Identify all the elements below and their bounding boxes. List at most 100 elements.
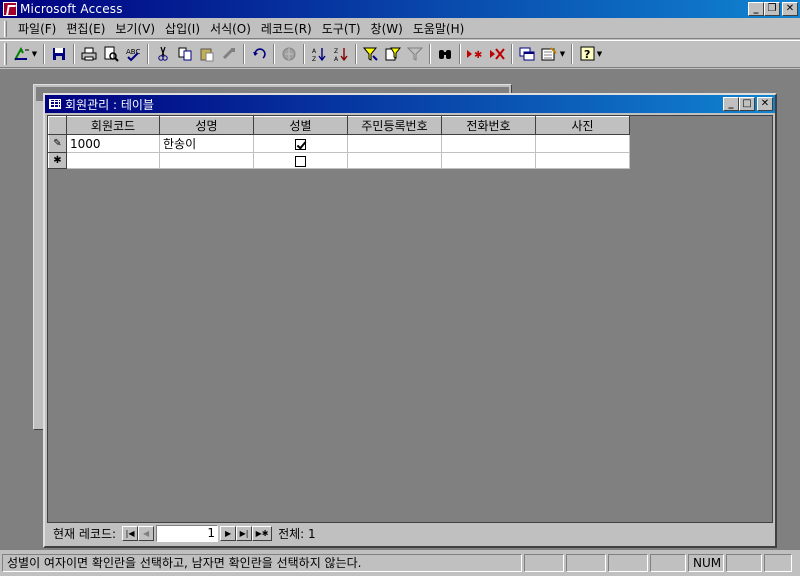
print-icon[interactable] (78, 43, 100, 65)
cell-gender[interactable] (253, 152, 348, 169)
toolbar-separator (571, 44, 573, 64)
toolbar-grip[interactable] (4, 43, 7, 65)
menu-window[interactable]: 창(W) (366, 20, 408, 37)
menu-records[interactable]: 레코드(R) (256, 20, 317, 37)
table-window-title-bar[interactable]: 회원관리 : 테이블 _ □ ✕ (45, 95, 775, 113)
new-record-selector[interactable]: ✱ (48, 152, 67, 169)
view-icon[interactable]: ▼ (10, 43, 40, 65)
table-window-title: 회원관리 : 테이블 (65, 97, 154, 112)
cell-member-code[interactable]: 1000 (66, 134, 160, 153)
table-window-caption-buttons: _ □ ✕ (723, 97, 773, 111)
first-record-button[interactable]: |◀ (122, 525, 139, 541)
cell-photo[interactable] (535, 152, 630, 169)
status-panel-empty (764, 554, 792, 572)
gender-checkbox-checked[interactable] (295, 138, 306, 150)
database-window-icon[interactable] (516, 43, 538, 65)
app-title: Microsoft Access (20, 2, 123, 16)
sort-descending-icon[interactable]: ZA (330, 43, 352, 65)
app-title-bar: Microsoft Access _ ❐ ✕ (0, 0, 800, 18)
save-icon[interactable] (48, 43, 70, 65)
apply-filter-icon[interactable] (404, 43, 426, 65)
delete-record-icon[interactable] (486, 43, 508, 65)
menu-insert[interactable]: 삽입(I) (160, 20, 205, 37)
filter-by-selection-icon[interactable] (360, 43, 382, 65)
cell-name[interactable] (159, 152, 254, 169)
cell-phone[interactable] (441, 134, 536, 153)
toolbar-separator (43, 44, 45, 64)
app-restore-button[interactable]: ❐ (764, 2, 780, 16)
gender-checkbox-unchecked[interactable] (295, 155, 306, 167)
column-header-member-code[interactable]: 회원코드 (66, 116, 160, 135)
cell-member-code[interactable] (66, 152, 160, 169)
horizontal-scrollbar[interactable] (323, 525, 773, 541)
copy-icon[interactable] (174, 43, 196, 65)
toolbar-separator (429, 44, 431, 64)
insert-hyperlink-icon[interactable] (278, 43, 300, 65)
table-icon[interactable] (49, 99, 61, 109)
previous-record-button[interactable]: ◀ (138, 525, 155, 541)
table-close-button[interactable]: ✕ (757, 97, 773, 111)
svg-text:Z: Z (334, 48, 338, 55)
cell-ssn[interactable] (347, 152, 442, 169)
status-bar: 성별이 여자이면 확인란을 선택하고, 남자면 확인란을 선택하지 않는다. N… (0, 552, 800, 574)
toolbar-separator (273, 44, 275, 64)
sort-ascending-icon[interactable]: AZ (308, 43, 330, 65)
spelling-icon[interactable]: ABC (122, 43, 144, 65)
cell-gender[interactable] (253, 134, 348, 153)
toolbar-separator (511, 44, 513, 64)
cell-name[interactable]: 한송이 (159, 134, 254, 153)
menu-bar-grip[interactable] (4, 20, 7, 37)
current-record-input[interactable]: 1 (156, 524, 219, 542)
menu-tools[interactable]: 도구(T) (317, 20, 366, 37)
status-panel-empty (608, 554, 648, 572)
cell-phone[interactable] (441, 152, 536, 169)
filter-by-form-icon[interactable] (382, 43, 404, 65)
toolbar-separator (73, 44, 75, 64)
print-preview-icon[interactable] (100, 43, 122, 65)
column-header-ssn[interactable]: 주민등록번호 (347, 116, 442, 135)
toolbar-separator (459, 44, 461, 64)
menu-edit[interactable]: 편집(E) (61, 20, 110, 37)
access-app-icon[interactable] (3, 2, 17, 16)
header-row: 회원코드 성명 성별 주민등록번호 전화번호 사진 (48, 116, 630, 135)
find-icon[interactable] (434, 43, 456, 65)
help-icon[interactable]: ? ▼ (576, 43, 606, 65)
last-record-button[interactable]: ▶| (236, 525, 253, 541)
app-minimize-button[interactable]: _ (748, 2, 764, 16)
column-header-photo[interactable]: 사진 (535, 116, 630, 135)
table-minimize-button[interactable]: _ (723, 97, 739, 111)
paste-icon[interactable] (196, 43, 218, 65)
status-panel-empty (726, 554, 762, 572)
table-maximize-button[interactable]: □ (739, 97, 755, 111)
toolbar-separator (303, 44, 305, 64)
cut-icon[interactable] (152, 43, 174, 65)
app-close-button[interactable]: ✕ (782, 2, 798, 16)
menu-help[interactable]: 도움말(H) (408, 20, 470, 37)
column-header-gender[interactable]: 성별 (253, 116, 348, 135)
cell-ssn[interactable] (347, 134, 442, 153)
status-message: 성별이 여자이면 확인란을 선택하고, 남자면 확인란을 선택하지 않는다. (2, 554, 522, 572)
status-panel-empty (566, 554, 606, 572)
app-caption-buttons: _ ❐ ✕ (748, 2, 798, 16)
column-header-name[interactable]: 성명 (159, 116, 254, 135)
status-panel-empty (524, 554, 564, 572)
select-all-corner[interactable] (48, 116, 67, 135)
toolbar-separator (147, 44, 149, 64)
format-painter-icon[interactable] (218, 43, 240, 65)
cell-photo[interactable] (535, 134, 630, 153)
status-panel-empty (650, 554, 686, 572)
toolbar-separator (355, 44, 357, 64)
column-header-phone[interactable]: 전화번호 (441, 116, 536, 135)
svg-text:Z: Z (312, 56, 316, 62)
menu-view[interactable]: 보기(V) (110, 20, 160, 37)
new-object-icon[interactable]: ▼ (538, 43, 568, 65)
undo-icon[interactable] (248, 43, 270, 65)
edit-record-selector[interactable]: ✎ (48, 134, 67, 153)
new-record-nav-button[interactable]: ▶✱ (252, 525, 273, 541)
menu-format[interactable]: 서식(O) (205, 20, 256, 37)
new-record-icon[interactable]: ✱ (464, 43, 486, 65)
menu-file[interactable]: 파일(F) (13, 20, 61, 37)
next-record-button[interactable]: ▶ (220, 525, 237, 541)
status-num-indicator: NUM (688, 554, 724, 572)
toolbar-separator (243, 44, 245, 64)
